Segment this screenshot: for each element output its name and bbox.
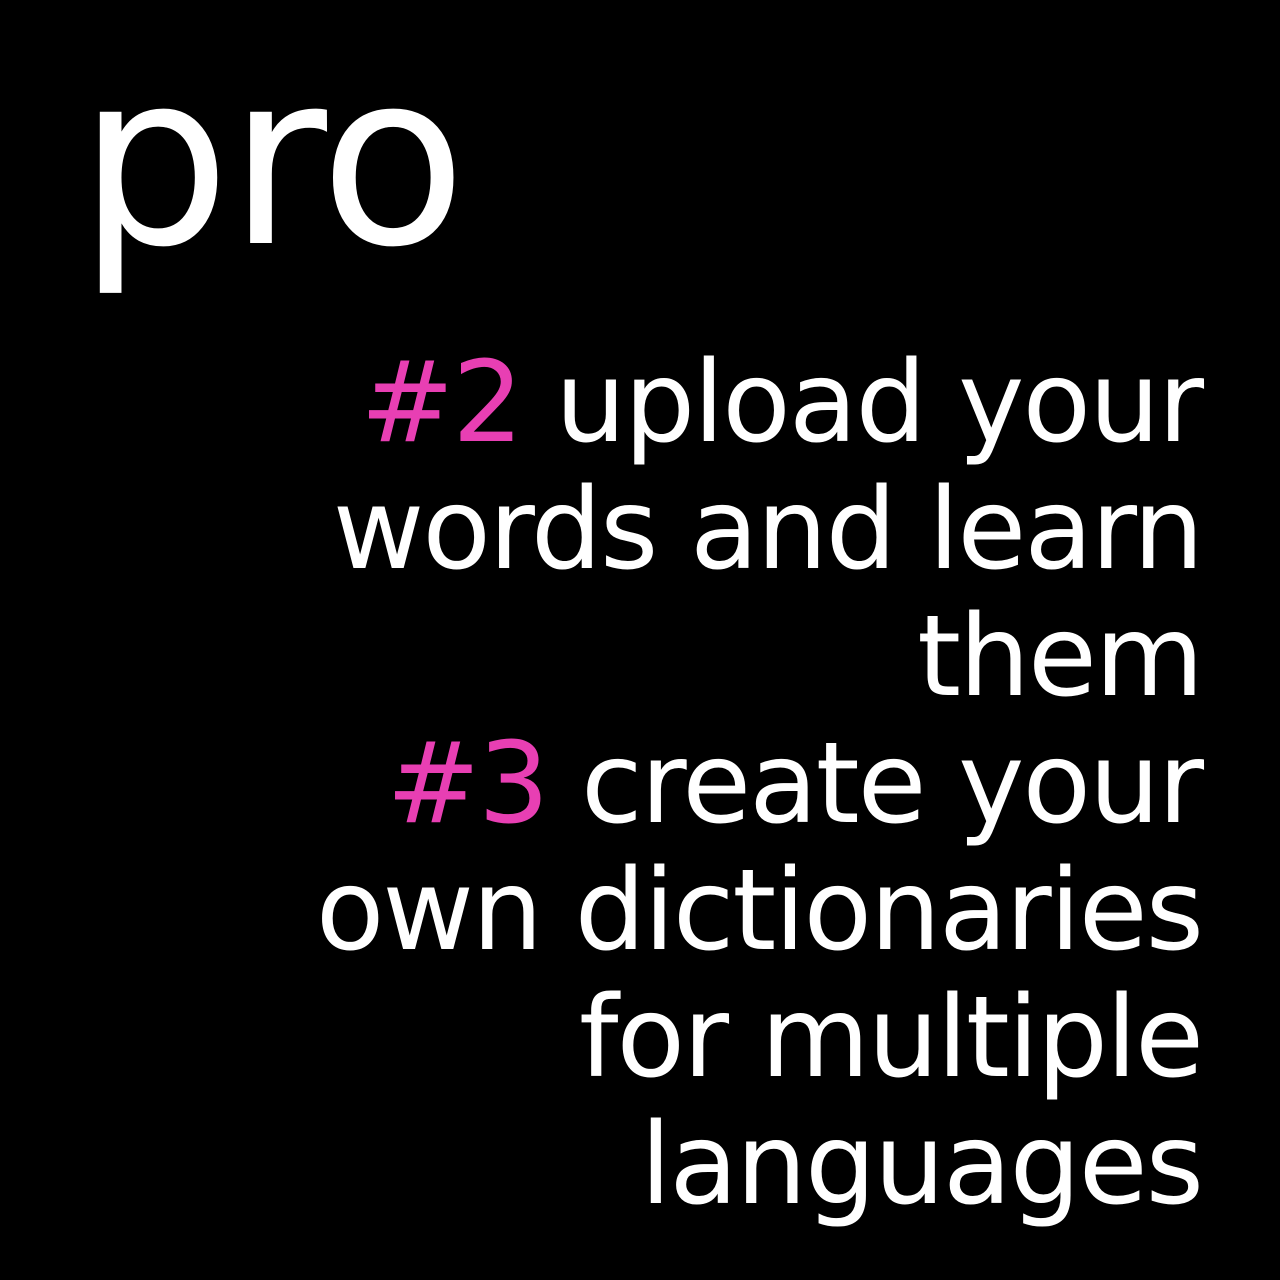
feature-text-line: for multiple bbox=[579, 973, 1204, 1103]
feature-text-line: languages bbox=[640, 1100, 1204, 1230]
feature-item: #3 create your own dictionaries for mult… bbox=[62, 719, 1204, 1230]
feature-text-line: them bbox=[917, 592, 1204, 722]
feature-text-line: create your bbox=[581, 719, 1204, 849]
page-title: pro bbox=[78, 20, 467, 300]
feature-text-line: words and learn bbox=[332, 465, 1204, 595]
feature-item: #2 upload your words and learn them bbox=[62, 338, 1204, 722]
feature-number: #3 bbox=[386, 719, 549, 849]
feature-list: #2 upload your words and learn them #3 c… bbox=[62, 338, 1204, 1230]
feature-text-line: upload your bbox=[555, 338, 1204, 468]
feature-number: #2 bbox=[360, 338, 523, 468]
promo-card: pro #2 upload your words and learn them … bbox=[0, 0, 1280, 1280]
feature-text-line: own dictionaries bbox=[315, 846, 1204, 976]
